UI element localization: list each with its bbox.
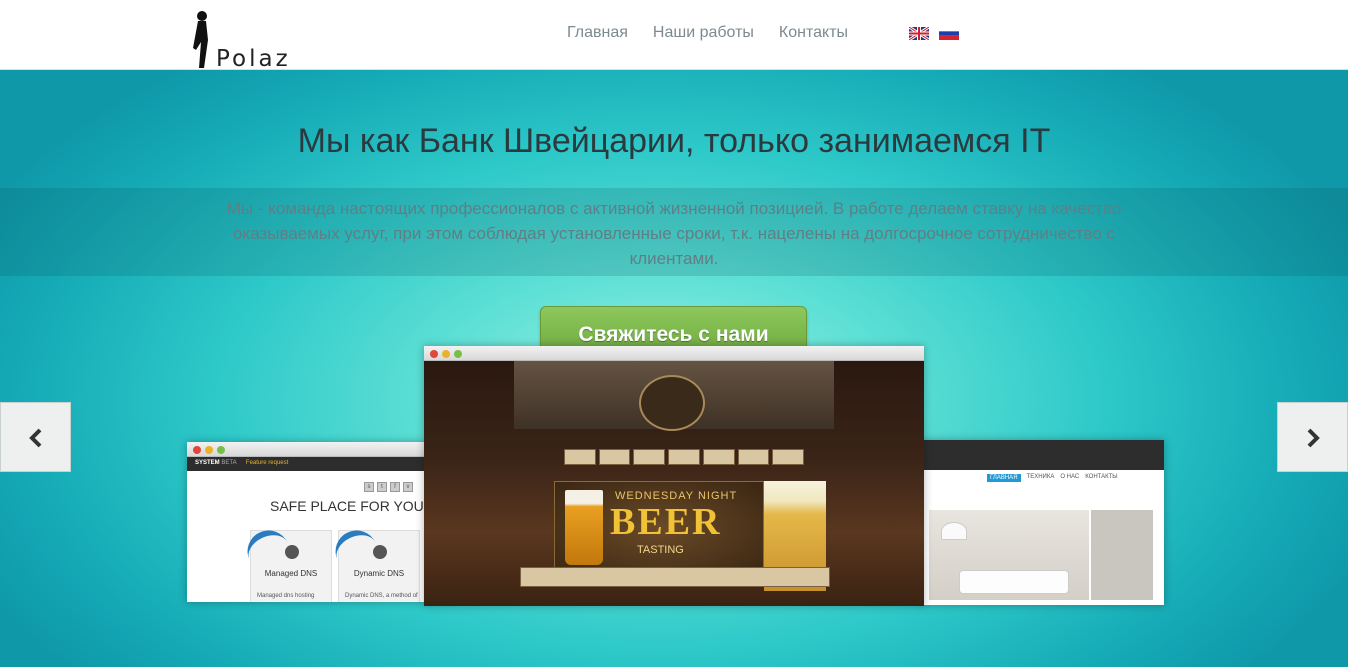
portfolio-slide-right[interactable]: ГЛАВНАЯ ТЕХНИКА О НАС КОНТАКТЫ [921, 440, 1164, 605]
globe-icon [373, 545, 387, 559]
language-switcher [909, 27, 959, 40]
vk-icon: v [403, 482, 413, 492]
portfolio-slide-center[interactable]: WEDNESDAY NIGHT BEER TASTING [424, 346, 924, 606]
interior-photo [929, 510, 1089, 600]
slide-topbar [921, 440, 1164, 470]
logo[interactable]: Polaz [190, 10, 330, 72]
chevron-right-icon [1307, 428, 1320, 448]
slider-next-button[interactable] [1277, 402, 1348, 472]
beer-site-preview: WEDNESDAY NIGHT BEER TASTING [424, 361, 924, 606]
beer-promo: WEDNESDAY NIGHT BEER TASTING [554, 481, 764, 576]
nav-contacts[interactable]: Контакты [779, 24, 848, 42]
lamp-shape [941, 522, 967, 540]
managed-dns-card: Managed DNS Managed dns hosting [240, 523, 332, 602]
facebook-icon: f [390, 482, 400, 492]
browser-bar [424, 346, 924, 361]
main-nav: Главная Наши работы Контакты [567, 24, 848, 42]
beer-menu [564, 449, 805, 465]
beer-strip [520, 567, 830, 587]
sofa-shape [959, 570, 1069, 594]
russia-flag-icon[interactable] [939, 27, 959, 40]
uk-flag-icon[interactable] [909, 27, 929, 40]
user-icon [285, 545, 299, 559]
slide-heading: SAFE PLACE FOR YOUR [270, 498, 427, 514]
logo-text: Polaz [216, 46, 291, 72]
interior-photo-side [1091, 510, 1153, 600]
share-icon: s [364, 482, 374, 492]
nav-works[interactable]: Наши работы [653, 24, 754, 42]
system-topbar: SYSTEM BETA Feature request [187, 457, 427, 471]
portfolio-slide-left[interactable]: SYSTEM BETA Feature request stfv SAFE PL… [187, 442, 427, 602]
slider-prev-button[interactable] [0, 402, 71, 472]
chevron-left-icon [29, 428, 42, 448]
slide-nav: ГЛАВНАЯ ТЕХНИКА О НАС КОНТАКТЫ [987, 474, 1118, 482]
beer-emblem [639, 375, 705, 431]
hero-title: Мы как Банк Швейцарии, только занимаемся… [297, 122, 1051, 160]
browser-bar [187, 442, 427, 457]
twitter-icon: t [377, 482, 387, 492]
hero-description: Мы - команда настоящих профессионалов с … [226, 199, 1122, 268]
beer-glass-icon [565, 490, 603, 565]
nav-home[interactable]: Главная [567, 24, 628, 42]
site-header: Polaz Главная Наши работы Контакты [0, 0, 1348, 72]
social-icons: stfv [364, 482, 413, 492]
dynamic-dns-card: Dynamic DNS Dynamic DNS, a method of [328, 523, 420, 602]
